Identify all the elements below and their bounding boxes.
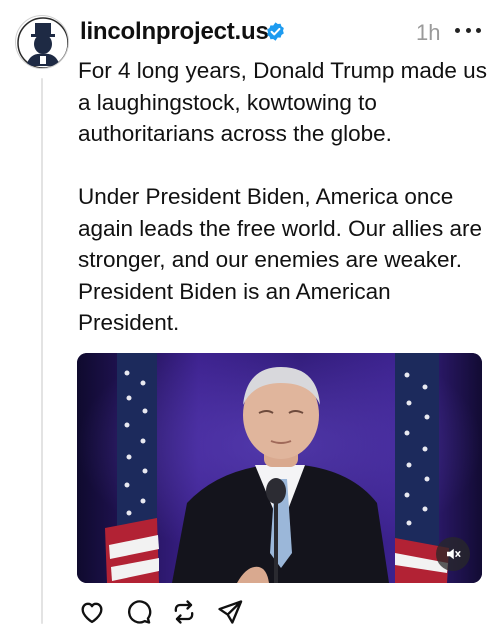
send-icon[interactable] [216, 598, 244, 626]
more-options-icon[interactable] [455, 17, 481, 43]
heart-icon[interactable] [78, 598, 106, 626]
avatar[interactable] [15, 15, 69, 69]
video-thumbnail [77, 353, 482, 583]
volume-muted-icon [447, 548, 461, 560]
comment-bubble-icon[interactable] [124, 598, 152, 626]
thread-line [41, 78, 43, 624]
repost-icon[interactable] [170, 598, 198, 626]
username[interactable]: lincolnproject.us [80, 18, 269, 46]
mute-toggle-button[interactable] [436, 537, 470, 571]
lincoln-silhouette-icon [17, 17, 68, 68]
post-timestamp: 1h [416, 20, 441, 45]
video-player[interactable] [77, 353, 482, 583]
post-text: For 4 long years, Donald Trump made us a… [78, 58, 487, 335]
verified-badge-icon [267, 22, 284, 41]
